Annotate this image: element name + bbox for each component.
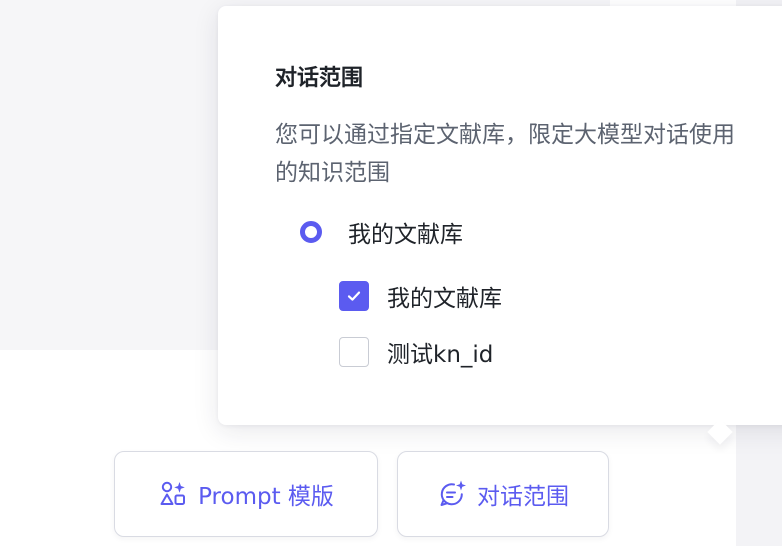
radio-label: 我的文献库 <box>348 222 463 248</box>
chat-scope-popover: 对话范围 您可以通过指定文献库，限定大模型对话使用的知识范围 我的文献库 我的文… <box>218 6 782 445</box>
radio-selected-icon[interactable] <box>300 221 322 243</box>
chat-scope-button[interactable]: 对话范围 <box>397 451 609 537</box>
prompt-template-button[interactable]: Prompt 模版 <box>114 451 378 537</box>
library-checkbox-my-library[interactable]: 我的文献库 <box>339 278 502 314</box>
prompt-template-label: Prompt 模版 <box>198 484 334 510</box>
checkmark-icon <box>347 291 361 301</box>
popover-description: 您可以通过指定文献库，限定大模型对话使用的知识范围 <box>275 122 735 186</box>
library-radio-option[interactable]: 我的文献库 <box>300 212 463 252</box>
checkbox-unchecked-icon[interactable] <box>339 337 369 367</box>
popover-title: 对话范围 <box>275 66 364 91</box>
shapes-sparkle-icon <box>158 479 188 509</box>
checkbox-label: 测试kn_id <box>387 342 494 368</box>
checkbox-checked-icon[interactable] <box>339 281 369 311</box>
library-checkbox-test-kn-id[interactable]: 测试kn_id <box>339 334 493 370</box>
chat-sparkle-icon <box>437 479 467 509</box>
chat-scope-label: 对话范围 <box>477 484 569 510</box>
checkbox-label: 我的文献库 <box>387 286 502 312</box>
